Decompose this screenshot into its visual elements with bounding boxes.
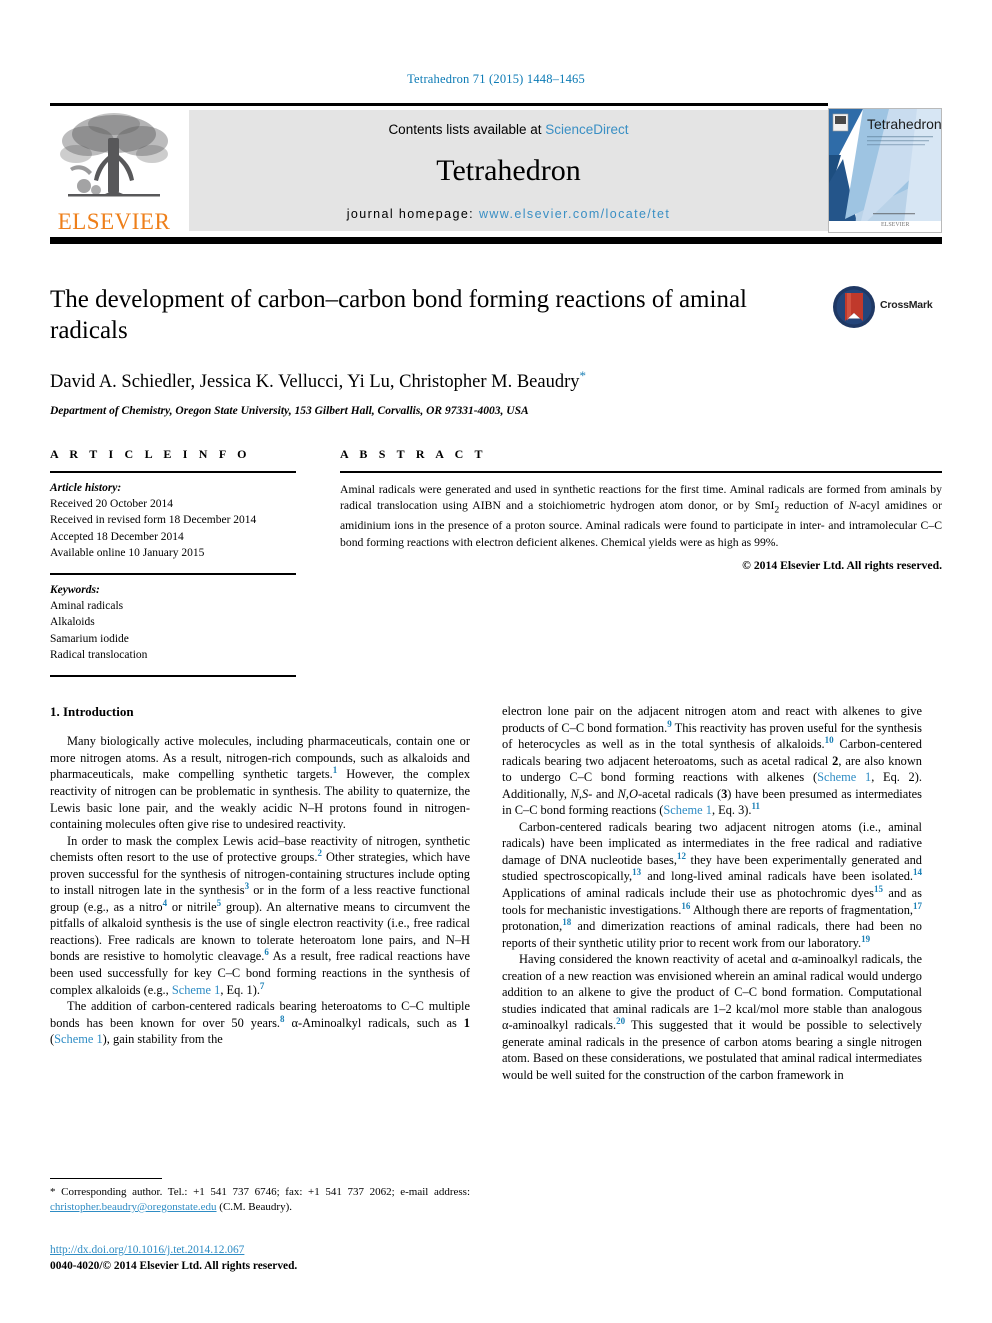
page-title: The development of carbon–carbon bond fo… — [50, 286, 747, 344]
contents-prefix: Contents lists available at — [388, 122, 546, 137]
body-right-column: electron lone pair on the adjacent nitro… — [502, 703, 922, 1084]
abstract-rule — [340, 471, 942, 473]
masthead-bottom-bar — [50, 237, 942, 244]
footnote-text: * Corresponding author. Tel.: +1 541 737… — [50, 1185, 470, 1214]
section-heading-introduction: 1. Introduction — [50, 704, 134, 719]
history-item: Accepted 18 December 2014 — [50, 530, 184, 543]
keyword-item: Samarium iodide — [50, 632, 129, 645]
crossmark-label: CrossMark — [880, 299, 933, 311]
article-info-heading: A R T I C L E I N F O — [50, 447, 251, 461]
journal-homepage-line: journal homepage: www.elsevier.com/locat… — [189, 207, 828, 221]
scheme-link[interactable]: Scheme 1 — [817, 770, 871, 784]
running-head: Tetrahedron 71 (2015) 1448–1465 — [407, 72, 585, 86]
author-email-link[interactable]: christopher.beaudry@oregonstate.edu — [50, 1201, 217, 1213]
article-info-column: A R T I C L E I N F O Article history: R… — [50, 447, 296, 678]
affiliation: Department of Chemistry, Oregon State Un… — [50, 405, 529, 418]
journal-cover-thumbnail: Tetrahedron ELSEVIER — [828, 108, 942, 233]
article-info-rule-top — [50, 471, 296, 473]
crossmark-badge[interactable]: CrossMark — [832, 285, 942, 331]
history-item: Received 20 October 2014 — [50, 497, 173, 510]
elsevier-wordmark: ELSEVIER — [57, 209, 171, 234]
paragraph: Having considered the known reactivity o… — [502, 952, 922, 1083]
svg-text:Tetrahedron: Tetrahedron — [867, 116, 941, 132]
issn-copyright: 0040-4020/© 2014 Elsevier Ltd. All right… — [50, 1259, 298, 1272]
corresponding-author-marker: * — [579, 368, 587, 383]
corresponding-author-footnote: * Corresponding author. Tel.: +1 541 737… — [50, 1178, 470, 1215]
journal-title: Tetrahedron — [436, 154, 581, 187]
crossmark-icon — [833, 286, 875, 328]
paragraph: Carbon-centered radicals bearing two adj… — [502, 819, 922, 950]
journal-banner: Contents lists available at ScienceDirec… — [189, 110, 828, 231]
journal-masthead: ELSEVIER Contents lists available at Sci… — [50, 108, 942, 233]
elsevier-logo: ELSEVIER — [50, 108, 178, 233]
scheme-link[interactable]: Scheme 1 — [172, 983, 221, 997]
abstract-column: A B S T R A C T Aminal radicals were gen… — [340, 447, 942, 572]
abstract-copyright: © 2014 Elsevier Ltd. All rights reserved… — [742, 559, 942, 573]
svg-text:ELSEVIER: ELSEVIER — [881, 222, 909, 228]
history-item: Received in revised form 18 December 201… — [50, 514, 257, 527]
contents-line: Contents lists available at ScienceDirec… — [189, 122, 828, 137]
abstract-text: Aminal radicals were generated and used … — [340, 482, 942, 549]
author-names: David A. Schiedler, Jessica K. Vellucci,… — [50, 372, 580, 393]
keyword-item: Aminal radicals — [50, 600, 124, 613]
scheme-link[interactable]: Scheme 1 — [663, 803, 712, 817]
paragraph: Many biologically active molecules, incl… — [50, 734, 471, 832]
doi-block: http://dx.doi.org/10.1016/j.tet.2014.12.… — [50, 1243, 470, 1275]
homepage-url-link[interactable]: www.elsevier.com/locate/tet — [479, 207, 670, 221]
sciencedirect-link[interactable]: ScienceDirect — [545, 122, 628, 137]
paragraph: In order to mask the complex Lewis acid–… — [50, 833, 471, 997]
info-abstract-block: A R T I C L E I N F O Article history: R… — [50, 447, 942, 678]
keyword-item: Radical translocation — [50, 649, 148, 662]
footnote-rule — [50, 1178, 162, 1180]
homepage-prefix: journal homepage: — [346, 207, 479, 221]
article-info-rule-mid — [50, 573, 296, 575]
title-block: The development of carbon–carbon bond fo… — [50, 285, 942, 417]
article-history-label: Article history: — [50, 481, 122, 494]
paragraph: electron lone pair on the adjacent nitro… — [502, 704, 922, 818]
paragraph: The addition of carbon-centered radicals… — [50, 999, 470, 1047]
keywords-block: Keywords: Aminal radicals Alkaloids Sama… — [50, 582, 296, 664]
article-info-rule-bottom — [50, 675, 296, 678]
footnote-suffix: (C.M. Beaudry). — [216, 1200, 292, 1213]
keyword-item: Alkaloids — [50, 616, 95, 629]
journal-cover-art: Tetrahedron ELSEVIER — [829, 109, 941, 232]
author-list: David A. Schiedler, Jessica K. Vellucci,… — [50, 368, 942, 393]
top-rule — [50, 103, 828, 106]
doi-link[interactable]: http://dx.doi.org/10.1016/j.tet.2014.12.… — [50, 1243, 470, 1259]
elsevier-tree-icon — [60, 113, 168, 197]
paper-page: Tetrahedron 71 (2015) 1448–1465 ELSEVIER… — [0, 0, 992, 1323]
scheme-link[interactable]: Scheme 1 — [54, 1032, 103, 1046]
abstract-heading: A B S T R A C T — [340, 447, 487, 461]
history-item: Available online 10 January 2015 — [50, 546, 205, 559]
article-history: Article history: Received 20 October 201… — [50, 480, 296, 562]
footnote-prefix: * Corresponding author. Tel.: +1 541 737… — [50, 1186, 470, 1199]
keywords-label: Keywords: — [50, 583, 100, 596]
body-left-column: 1. Introduction Many biologically active… — [50, 703, 470, 1048]
